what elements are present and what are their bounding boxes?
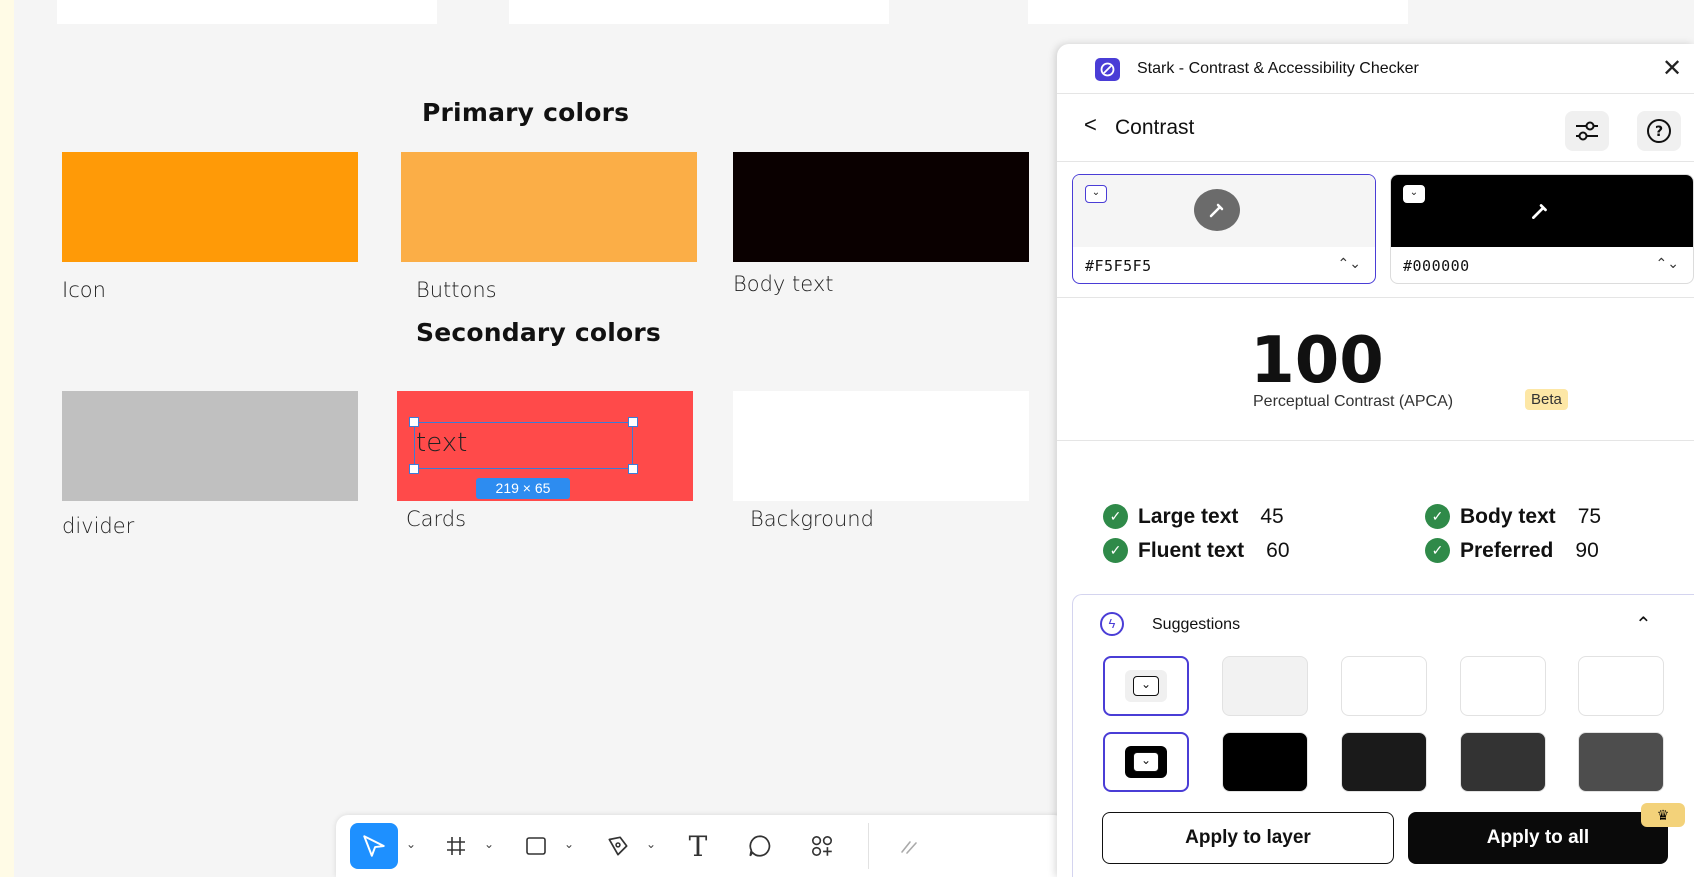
swatch-label: Icon	[62, 278, 106, 302]
hash-icon	[447, 837, 465, 855]
primary-colors-heading: Primary colors	[422, 98, 630, 127]
swatch-buttons-color[interactable]	[401, 152, 697, 262]
suggestion-tile[interactable]	[1460, 656, 1546, 716]
check-preferred: ✓ Preferred 90	[1425, 538, 1599, 563]
swatch-label: Buttons	[416, 278, 497, 302]
resize-handle[interactable]	[409, 417, 419, 427]
text-tool-button[interactable]: T	[678, 823, 718, 869]
pen-icon	[608, 836, 628, 856]
section-title: Contrast	[1115, 116, 1195, 139]
chevron-down-icon[interactable]: ⌄	[646, 837, 656, 851]
pointer-icon	[363, 835, 385, 857]
resize-handle[interactable]	[628, 417, 638, 427]
swatch-icon-color[interactable]	[62, 152, 358, 262]
back-icon[interactable]: <	[1084, 112, 1097, 138]
eyedropper-icon[interactable]	[1525, 197, 1555, 225]
resize-handle[interactable]	[628, 464, 638, 474]
resize-handle[interactable]	[409, 464, 419, 474]
check-circle-icon: ✓	[1425, 538, 1450, 563]
suggestion-tile[interactable]	[1341, 656, 1427, 716]
score-label: Perceptual Contrast (APCA)	[1253, 393, 1454, 410]
check-fluent-text: ✓ Fluent text 60	[1103, 538, 1290, 563]
lightning-icon: ϟ	[1100, 612, 1124, 636]
suggestion-tile[interactable]	[1222, 656, 1308, 716]
divider	[1057, 440, 1694, 441]
suggestion-tile[interactable]	[1578, 656, 1664, 716]
actions-tool-button[interactable]	[802, 823, 842, 869]
frame-top-strip	[57, 0, 437, 24]
shape-tool-button[interactable]	[516, 823, 556, 869]
frame-top-strip	[509, 0, 889, 24]
square-icon	[526, 837, 546, 855]
suggestion-tile[interactable]	[1222, 732, 1308, 792]
comment-tool-button[interactable]	[740, 823, 780, 869]
swatch-label: Body text	[733, 272, 834, 296]
foreground-color-card[interactable]: ⌄ #F5F5F5 ⌃⌄	[1072, 174, 1376, 284]
selection-bounding-box[interactable]	[414, 422, 633, 469]
chevron-down-icon[interactable]: ⌄	[1125, 746, 1167, 778]
crown-icon: ♛	[1641, 803, 1685, 827]
check-circle-icon: ✓	[1103, 538, 1128, 563]
eyedropper-icon[interactable]	[1194, 189, 1240, 231]
secondary-colors-heading: Secondary colors	[416, 318, 661, 347]
suggestion-tile[interactable]: ⌄	[1103, 732, 1189, 792]
svg-text:?: ?	[1655, 124, 1663, 140]
frame-top-strip	[1028, 0, 1408, 24]
chevron-down-icon[interactable]: ⌄	[406, 837, 416, 851]
stark-logo-icon	[1095, 58, 1120, 81]
beta-badge: Beta	[1525, 389, 1568, 410]
suggestion-tile[interactable]	[1460, 732, 1546, 792]
swatch-body-text-color[interactable]	[733, 152, 1029, 262]
suggestion-tile[interactable]	[1578, 732, 1664, 792]
apply-to-all-button[interactable]: Apply to all	[1408, 812, 1668, 864]
toolbar-divider	[868, 823, 869, 869]
suggestion-tile[interactable]	[1341, 732, 1427, 792]
background-color-card[interactable]: ⌄ #000000 ⌃⌄	[1390, 174, 1694, 284]
foreground-hex[interactable]: #F5F5F5	[1085, 257, 1152, 275]
pencil-squiggle-icon	[901, 841, 917, 854]
settings-button[interactable]	[1565, 111, 1609, 151]
swatch-divider-color[interactable]	[62, 391, 358, 501]
help-button[interactable]: ?	[1637, 111, 1681, 151]
selection-size-badge: 219 × 65	[476, 478, 570, 499]
chevron-down-icon[interactable]: ⌄	[1403, 185, 1425, 203]
sliders-icon	[1576, 121, 1598, 141]
move-tool-button[interactable]	[350, 823, 398, 869]
close-icon[interactable]: ✕	[1662, 54, 1682, 83]
plugin-title: Stark - Contrast & Accessibility Checker	[1137, 60, 1419, 77]
stepper-icon[interactable]: ⌃⌄	[1656, 255, 1679, 272]
apply-to-layer-button[interactable]: Apply to layer	[1102, 812, 1394, 864]
chevron-down-icon[interactable]: ⌄	[1125, 670, 1167, 702]
stepper-icon[interactable]: ⌃⌄	[1338, 255, 1361, 272]
background-hex[interactable]: #000000	[1403, 257, 1470, 275]
chevron-down-icon[interactable]: ⌄	[564, 837, 574, 851]
check-body-text: ✓ Body text 75	[1425, 504, 1601, 529]
check-circle-icon: ✓	[1425, 504, 1450, 529]
divider	[1057, 297, 1694, 298]
swatch-label: Cards	[406, 507, 467, 531]
comment-icon	[749, 835, 771, 857]
contrast-score: 100	[1250, 324, 1384, 398]
chevron-up-icon[interactable]: ⌃	[1635, 612, 1652, 637]
help-icon: ?	[1647, 119, 1671, 143]
chevron-down-icon[interactable]: ⌄	[1085, 185, 1107, 203]
suggestions-title: Suggestions	[1152, 616, 1241, 633]
draw-mode-button[interactable]	[888, 823, 932, 869]
swatch-label: divider	[62, 514, 135, 538]
bottom-toolbar: ⌄ ⌄ ⌄ ⌄ T	[336, 815, 1066, 877]
check-circle-icon: ✓	[1103, 504, 1128, 529]
text-icon: T	[688, 829, 708, 863]
components-icon	[811, 835, 833, 857]
chevron-down-icon[interactable]: ⌄	[484, 837, 494, 851]
check-large-text: ✓ Large text 45	[1103, 504, 1284, 529]
frame-tool-button[interactable]	[436, 823, 476, 869]
swatch-background-color[interactable]	[733, 391, 1029, 501]
suggestion-tile[interactable]: ⌄	[1103, 656, 1189, 716]
pen-tool-button[interactable]	[598, 823, 638, 869]
swatch-label: Background	[750, 507, 874, 531]
